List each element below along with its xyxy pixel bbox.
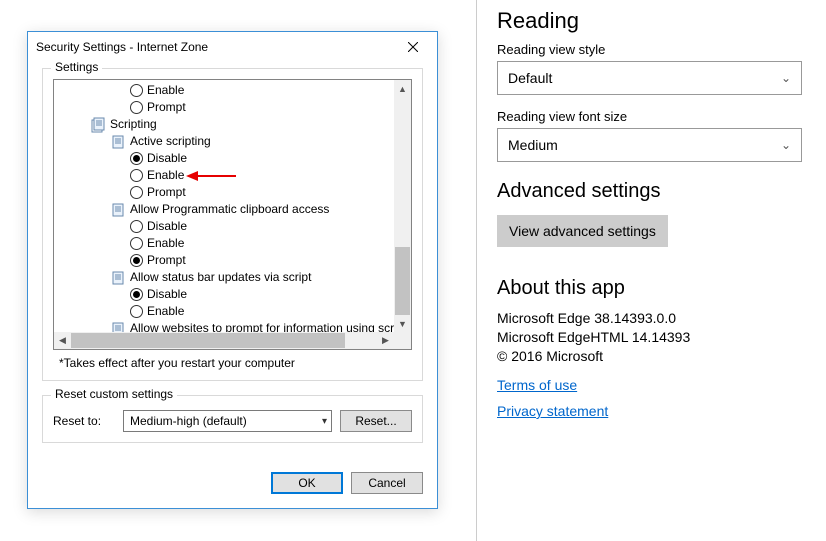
reading-heading: Reading [497,8,786,34]
radio-clipboard-enable[interactable]: Enable [58,235,394,252]
dialog-title: Security Settings - Internet Zone [36,40,397,54]
settings-group: Settings Enable Prompt Scripting Active … [42,68,423,381]
about-block: Microsoft Edge 38.14393.0.0 Microsoft Ed… [497,310,786,364]
reset-button[interactable]: Reset... [340,410,412,432]
dialog-footer: OK Cancel [28,462,437,508]
scroll-up-icon[interactable]: ▲ [394,80,411,97]
reading-font-label: Reading view font size [497,109,786,124]
reset-level-combo[interactable]: Medium-high (default) ▾ [123,410,332,432]
radio-option[interactable]: Prompt [58,99,394,116]
reset-group: Reset custom settings Reset to: Medium-h… [42,395,423,443]
about-version-edge: Microsoft Edge 38.14393.0.0 [497,310,786,326]
chevron-down-icon: ▾ [322,416,327,427]
radio-active-scripting-disable[interactable]: Disable [58,150,394,167]
scroll-thumb[interactable] [395,247,410,315]
category-website-prompt: Allow websites to prompt for information… [58,320,394,332]
titlebar: Security Settings - Internet Zone [28,32,437,62]
scroll-thumb-h[interactable] [71,333,345,348]
category-clipboard-access: Allow Programmatic clipboard access [58,201,394,218]
category-status-bar: Allow status bar updates via script [58,269,394,286]
security-settings-dialog: Security Settings - Internet Zone Settin… [27,31,438,509]
radio-active-scripting-prompt[interactable]: Prompt [58,184,394,201]
category-scripting: Scripting [58,116,394,133]
reading-font-combo[interactable]: Medium ⌄ [497,128,802,162]
settings-tree-pane: Enable Prompt Scripting Active scripting… [53,79,412,350]
radio-status-disable[interactable]: Disable [58,286,394,303]
scroll-left-icon[interactable]: ◀ [54,332,71,349]
vertical-scrollbar[interactable]: ▲ ▼ [394,80,411,332]
reading-style-label: Reading view style [497,42,786,57]
reading-style-combo[interactable]: Default ⌄ [497,61,802,95]
script-icon [110,134,126,150]
cancel-button[interactable]: Cancel [351,472,423,494]
settings-tree: Enable Prompt Scripting Active scripting… [54,80,394,332]
close-button[interactable] [397,35,429,59]
chevron-down-icon: ⌄ [781,138,791,152]
reset-to-label: Reset to: [53,414,115,428]
radio-clipboard-prompt[interactable]: Prompt [58,252,394,269]
radio-option[interactable]: Enable [58,82,394,99]
restart-note: *Takes effect after you restart your com… [59,356,412,370]
advanced-heading: Advanced settings [497,180,786,203]
view-advanced-settings-button[interactable]: View advanced settings [497,215,668,247]
scroll-corner [394,332,411,349]
reset-group-label: Reset custom settings [51,387,177,401]
ok-button[interactable]: OK [271,472,343,494]
scroll-right-icon[interactable]: ▶ [377,332,394,349]
radio-clipboard-disable[interactable]: Disable [58,218,394,235]
radio-status-enable[interactable]: Enable [58,303,394,320]
terms-of-use-link[interactable]: Terms of use [497,377,577,393]
about-heading: About this app [497,277,786,300]
scroll-down-icon[interactable]: ▼ [394,315,411,332]
category-active-scripting: Active scripting [58,133,394,150]
close-icon [408,42,418,52]
radio-active-scripting-enable[interactable]: Enable [58,167,394,184]
horizontal-scrollbar[interactable]: ◀ ▶ [54,332,394,349]
settings-group-label: Settings [51,60,102,74]
script-icon [110,321,126,333]
privacy-statement-link[interactable]: Privacy statement [497,403,608,419]
script-icon [110,270,126,286]
edge-settings-panel: Reading Reading view style Default ⌄ Rea… [476,0,806,541]
about-copyright: © 2016 Microsoft [497,348,786,364]
about-version-edgehtml: Microsoft EdgeHTML 14.14393 [497,329,786,345]
script-icon [110,202,126,218]
scripting-icon [90,117,106,133]
chevron-down-icon: ⌄ [781,71,791,85]
